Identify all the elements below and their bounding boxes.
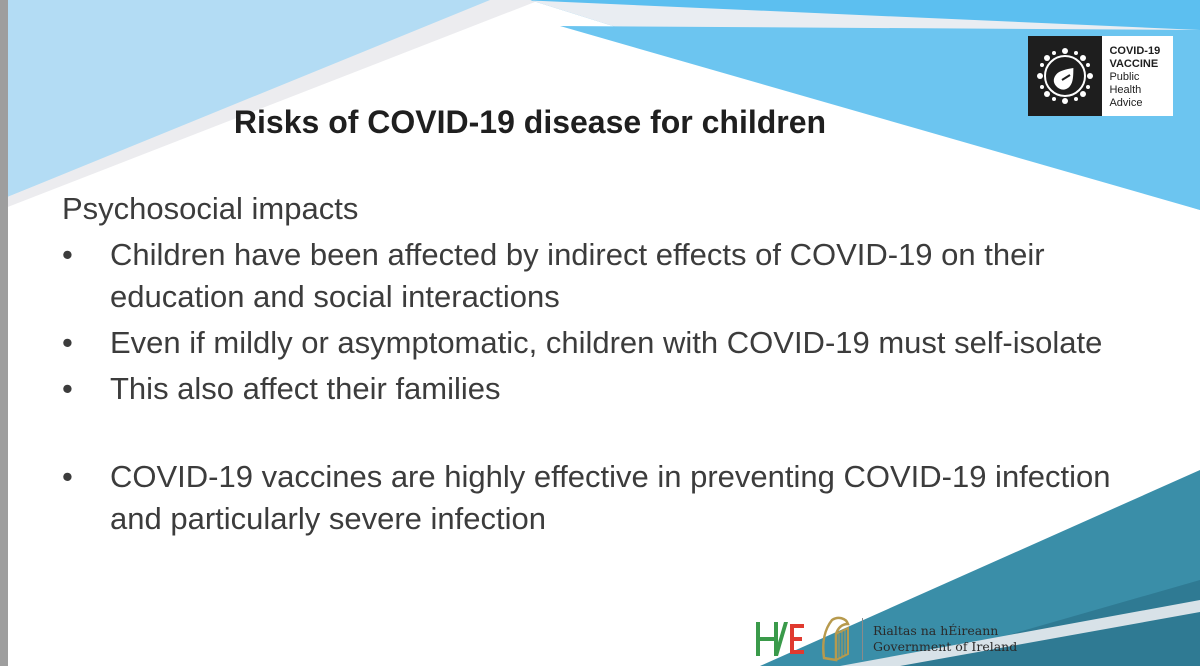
footer-logos: Rialtas na hÉireann Government of Irelan… [750, 612, 1017, 666]
hse-logo [756, 622, 804, 656]
subheading: Psychosocial impacts [62, 191, 359, 226]
government-of-ireland-text: Rialtas na hÉireann Government of Irelan… [873, 623, 1017, 655]
harp-icon [822, 616, 850, 662]
left-frame [0, 0, 8, 666]
bullet-symbol: • [62, 325, 73, 360]
slide: COVID-19 VACCINE Public Health Advice Ri… [0, 0, 1200, 666]
gov-line2: Government of Ireland [873, 639, 1018, 654]
logo-line2: VACCINE [1109, 58, 1159, 70]
bullet-item: • COVID-19 vaccines are highly effective… [62, 456, 1142, 540]
bullet-symbol: • [62, 459, 73, 494]
bullet-text: Children have been affected by indirect … [110, 237, 1045, 314]
logo-line1: COVID-19 [1109, 45, 1161, 57]
bullet-item: • Children have been affected by indirec… [62, 234, 1142, 318]
bullet-item: • This also affect their families [62, 368, 1142, 410]
bullet-text: Even if mildly or asymptomatic, children… [110, 325, 1103, 360]
logo-text: COVID-19 VACCINE Public Health Advice [1102, 36, 1173, 116]
bullet-symbol: • [62, 371, 73, 406]
slide-body: Psychosocial impacts • Children have bee… [62, 188, 1142, 540]
logo-line4: Advice [1109, 97, 1143, 109]
bullet-symbol: • [62, 237, 73, 272]
footer-divider [862, 618, 863, 660]
bullet-item: • Even if mildly or asymptomatic, childr… [62, 322, 1142, 364]
gov-line1: Rialtas na hÉireann [873, 623, 999, 638]
bullet-text: This also affect their families [110, 371, 501, 406]
bullet-text: COVID-19 vaccines are highly effective i… [110, 459, 1111, 536]
slide-title: Risks of COVID-19 disease for children [233, 104, 827, 140]
logo-line3: Public Health [1109, 71, 1142, 96]
